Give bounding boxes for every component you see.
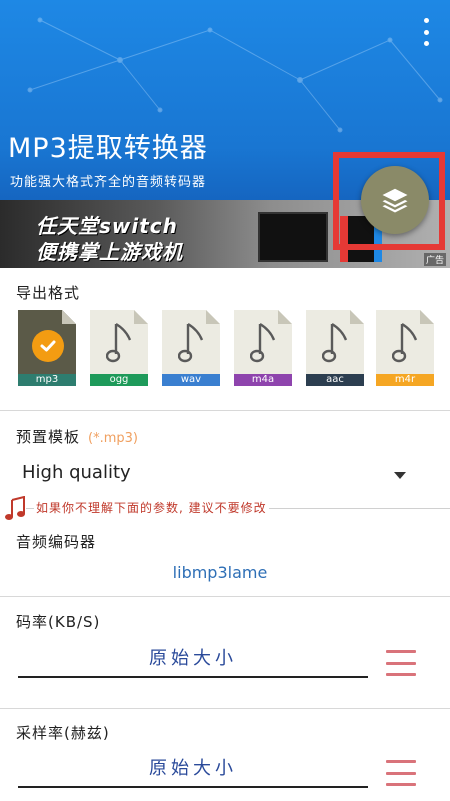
music-note-icon — [178, 322, 204, 363]
music-note-icon — [392, 322, 418, 363]
layers-icon — [382, 188, 408, 213]
format-tag: mp3 — [18, 374, 76, 386]
format-tag: m4a — [234, 374, 292, 386]
bitrate-menu-icon[interactable] — [386, 650, 416, 676]
music-note-icon — [322, 322, 348, 363]
format-tag: m4r — [376, 374, 434, 386]
preset-dropdown[interactable]: High quality — [0, 452, 420, 492]
layers-fab-button[interactable] — [361, 166, 429, 234]
dropdown-arrow-icon — [394, 472, 406, 479]
format-tag: aac — [306, 374, 364, 386]
format-wav[interactable]: wav — [162, 310, 220, 386]
samplerate-field[interactable]: 原始大小 — [18, 754, 368, 788]
format-m4a[interactable]: m4a — [234, 310, 292, 386]
music-note-icon — [106, 322, 132, 363]
ad-tagline: 便携掌上游戏机 — [36, 240, 183, 264]
preset-label-text: 预置模板 — [16, 428, 81, 446]
preset-value: High quality — [22, 462, 131, 483]
format-list: mp3 ogg wav m4a aac m4r — [18, 310, 450, 390]
encoder-value[interactable]: libmp3lame — [0, 563, 440, 582]
warning-text: 如果你不理解下面的参数, 建议不要修改 — [34, 499, 269, 516]
music-note-icon — [250, 322, 276, 363]
samplerate-label: 采样率(赫兹) — [16, 724, 110, 742]
app-subtitle: 功能强大格式齐全的音频转码器 — [10, 175, 207, 190]
divider — [0, 410, 450, 411]
warning-row: 如果你不理解下面的参数, 建议不要修改 — [4, 496, 450, 522]
format-ogg[interactable]: ogg — [90, 310, 148, 386]
check-icon — [32, 330, 64, 362]
format-mp3[interactable]: mp3 — [18, 310, 76, 386]
bitrate-label: 码率(KB/S) — [16, 613, 101, 631]
divider — [0, 708, 450, 709]
samplerate-menu-icon[interactable] — [386, 760, 416, 786]
music-note-icon — [5, 496, 25, 520]
export-format-label: 导出格式 — [16, 284, 81, 302]
app-title: MP3提取转换器 — [8, 133, 208, 164]
bitrate-field[interactable]: 原始大小 — [18, 644, 368, 678]
divider — [0, 596, 450, 597]
ad-headline: 任天堂switch — [36, 214, 178, 238]
format-tag: ogg — [90, 374, 148, 386]
preset-label: 预置模板 (*.mp3) — [16, 426, 138, 447]
console-image — [258, 212, 328, 262]
format-m4r[interactable]: m4r — [376, 310, 434, 386]
preset-hint: (*.mp3) — [88, 431, 138, 446]
format-aac[interactable]: aac — [306, 310, 364, 386]
ad-label: 广告 — [423, 253, 446, 266]
overflow-menu-icon[interactable] — [416, 18, 436, 46]
format-tag: wav — [162, 374, 220, 386]
encoder-label: 音频编码器 — [16, 533, 97, 551]
